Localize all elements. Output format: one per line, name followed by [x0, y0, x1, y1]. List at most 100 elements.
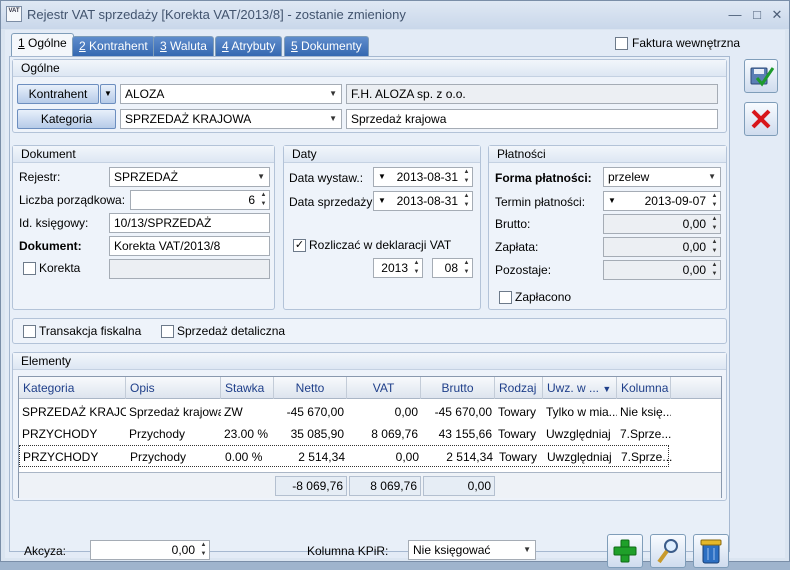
- cell-rodzaj: Towary: [498, 405, 537, 419]
- tab-kontrahent[interactable]: 2 Kontrahent: [72, 36, 155, 56]
- cell-opis: Sprzedaż krajowa: [129, 405, 221, 419]
- table-row[interactable]: SPRZEDAŻ KRAJO... Sprzedaż krajowa ZW -4…: [19, 401, 671, 423]
- liczba-porzadkowa-spinner[interactable]: 6 ▲ ▼: [130, 190, 270, 210]
- tab-ogolne[interactable]: 1 Ogólne: [11, 33, 74, 57]
- faktura-wewnetrzna-checkbox[interactable]: [615, 37, 628, 50]
- cancel-button[interactable]: [744, 102, 778, 136]
- col-opis[interactable]: Opis: [126, 377, 221, 399]
- cell-stawka: 0.00 %: [225, 450, 263, 464]
- cell-vat: 0,00: [395, 450, 419, 464]
- korekta-checkbox[interactable]: [23, 262, 36, 275]
- dokument-field[interactable]: Korekta VAT/2013/8: [109, 236, 270, 256]
- col-netto[interactable]: Netto: [274, 377, 347, 399]
- cell-vat: 8 069,76: [371, 427, 418, 441]
- col-kolumna[interactable]: Kolumna: [617, 377, 671, 399]
- kategoria-desc-field[interactable]: Sprzedaż krajowa: [346, 109, 718, 129]
- vat-app-icon: VAT: [6, 6, 22, 22]
- close-window-button[interactable]: ✕: [767, 6, 787, 24]
- chevron-down-icon: ▼: [329, 89, 337, 98]
- spin-arrows-icon: ▲ ▼: [711, 216, 718, 231]
- rok-spinner[interactable]: 2013 ▲ ▼: [373, 258, 423, 278]
- sum-netto: -8 069,76: [275, 476, 347, 496]
- termin-platnosci-field[interactable]: ▼ 2013-09-07 ▲ ▼: [603, 191, 721, 211]
- tab-dokumenty[interactable]: 5 Dokumenty: [284, 36, 369, 56]
- cell-stawka: 23.00 %: [224, 427, 269, 441]
- table-row-selected[interactable]: PRZYCHODY Przychody 0.00 % 2 514,34 0,00…: [19, 445, 672, 467]
- elementy-grid: Kategoria Opis Stawka Netto VAT Brutto R…: [18, 376, 722, 498]
- sprzedaz-detaliczna-label: Sprzedaż detaliczna: [177, 324, 286, 338]
- title-bar: VAT Rejestr VAT sprzedaży [Korekta VAT/2…: [1, 1, 789, 29]
- kontrahent-button[interactable]: Kontrahent: [17, 84, 99, 104]
- brutto-label: Brutto:: [495, 217, 531, 231]
- rozliczac-checkbox[interactable]: ✓: [293, 239, 306, 252]
- col-rodzaj[interactable]: Rodzaj: [495, 377, 543, 399]
- spin-arrows-icon: ▲ ▼: [463, 260, 470, 275]
- kontrahent-name-field[interactable]: F.H. ALOZA sp. z o.o.: [346, 84, 718, 104]
- summary-row: -8 069,76 8 069,76 0,00: [19, 472, 721, 498]
- cell-rodzaj: Towary: [499, 450, 538, 464]
- cell-kolumna: 7.Sprze...: [620, 427, 671, 441]
- cell-vat: 0,00: [394, 405, 418, 419]
- window-title: Rejestr VAT sprzedaży [Korekta VAT/2013/…: [27, 7, 406, 22]
- platnosci-header: Płatności: [489, 146, 726, 163]
- calendar-dropdown-icon: ▼: [608, 196, 616, 205]
- kontrahent-dropdown-button[interactable]: ▼: [100, 84, 116, 104]
- table-row[interactable]: PRZYCHODY Przychody 23.00 % 35 085,90 8 …: [19, 423, 671, 445]
- sort-down-icon: ▼: [602, 384, 612, 394]
- liczba-porzadkowa-label: Liczba porządkowa:: [19, 193, 126, 207]
- cell-kategoria: PRZYCHODY: [23, 450, 99, 464]
- platnosci-group: Płatności Forma płatności: przelew ▼ Term…: [488, 145, 727, 310]
- akcyza-spinner[interactable]: 0,00 ▲ ▼: [90, 540, 210, 560]
- col-uwzgledniaj[interactable]: Uwz. w ... ▼: [543, 377, 617, 399]
- data-sprzedazy-field[interactable]: ▼ 2013-08-31 ▲ ▼: [373, 191, 473, 211]
- close-icon: [751, 109, 771, 129]
- kontrahent-combo[interactable]: ALOZA ▼: [120, 84, 342, 104]
- brutto-field: 0,00 ▲ ▼: [603, 214, 721, 234]
- data-wystawienia-field[interactable]: ▼ 2013-08-31 ▲ ▼: [373, 167, 473, 187]
- save-button[interactable]: [744, 59, 778, 93]
- cell-brutto: 2 514,34: [446, 450, 493, 464]
- kolumna-kpir-combo[interactable]: Nie księgować ▼: [408, 540, 536, 560]
- ogolne-header: Ogólne: [13, 60, 726, 77]
- spin-arrows-icon: ▲ ▼: [711, 193, 718, 208]
- cell-opis: Przychody: [129, 427, 186, 441]
- col-vat[interactable]: VAT: [347, 377, 421, 399]
- data-sprzedazy-label: Data sprzedaży:: [289, 195, 376, 209]
- calendar-dropdown-icon: ▼: [378, 172, 386, 181]
- col-kategoria[interactable]: Kategoria: [19, 377, 126, 399]
- kategoria-button[interactable]: Kategoria: [17, 109, 116, 129]
- sprzedaz-detaliczna-checkbox[interactable]: [161, 325, 174, 338]
- zaplacono-checkbox[interactable]: [499, 291, 512, 304]
- add-element-button[interactable]: [607, 534, 643, 568]
- cell-rodzaj: Towary: [498, 427, 537, 441]
- plus-icon: [613, 539, 637, 563]
- transakcja-fiskalna-checkbox[interactable]: [23, 325, 36, 338]
- faktura-wewnetrzna-label: Faktura wewnętrzna: [632, 36, 741, 50]
- kategoria-combo[interactable]: SPRZEDAŻ KRAJOWA ▼: [120, 109, 342, 129]
- pozostaje-label: Pozostaje:: [495, 263, 552, 277]
- delete-element-button[interactable]: [693, 534, 729, 568]
- forma-platnosci-combo[interactable]: przelew ▼: [603, 167, 721, 187]
- tab-atrybuty[interactable]: 4 Atrybuty: [215, 36, 283, 56]
- id-ksiegowy-field[interactable]: 10/13/SPRZEDAŻ: [109, 213, 270, 233]
- cell-uwzgledniaj: Uwzględniaj: [547, 450, 612, 464]
- data-wystawienia-label: Data wystaw.:: [289, 171, 364, 185]
- edit-element-button[interactable]: [650, 534, 686, 568]
- elementy-group: Elementy Kategoria Opis Stawka Netto VAT…: [12, 352, 727, 501]
- tab-waluta[interactable]: 3 Waluta: [153, 36, 214, 56]
- elementy-header: Elementy: [13, 353, 726, 370]
- minimize-button[interactable]: —: [725, 6, 745, 24]
- maximize-button[interactable]: □: [747, 6, 767, 24]
- grid-header: Kategoria Opis Stawka Netto VAT Brutto R…: [19, 377, 721, 399]
- col-brutto[interactable]: Brutto: [421, 377, 495, 399]
- rejestr-combo[interactable]: SPRZEDAŻ ▼: [109, 167, 270, 187]
- dokument-header: Dokument: [13, 146, 274, 163]
- save-check-icon: [750, 67, 775, 87]
- miesiac-spinner[interactable]: 08 ▲ ▼: [432, 258, 473, 278]
- cell-netto: 35 085,90: [290, 427, 344, 441]
- chevron-down-icon: ▼: [708, 172, 716, 181]
- spin-arrows-icon: ▲ ▼: [463, 193, 470, 208]
- cell-uwzgledniaj: Tylko w mia...: [546, 405, 617, 419]
- kolumna-kpir-label: Kolumna KPiR:: [307, 544, 389, 558]
- col-stawka[interactable]: Stawka: [221, 377, 274, 399]
